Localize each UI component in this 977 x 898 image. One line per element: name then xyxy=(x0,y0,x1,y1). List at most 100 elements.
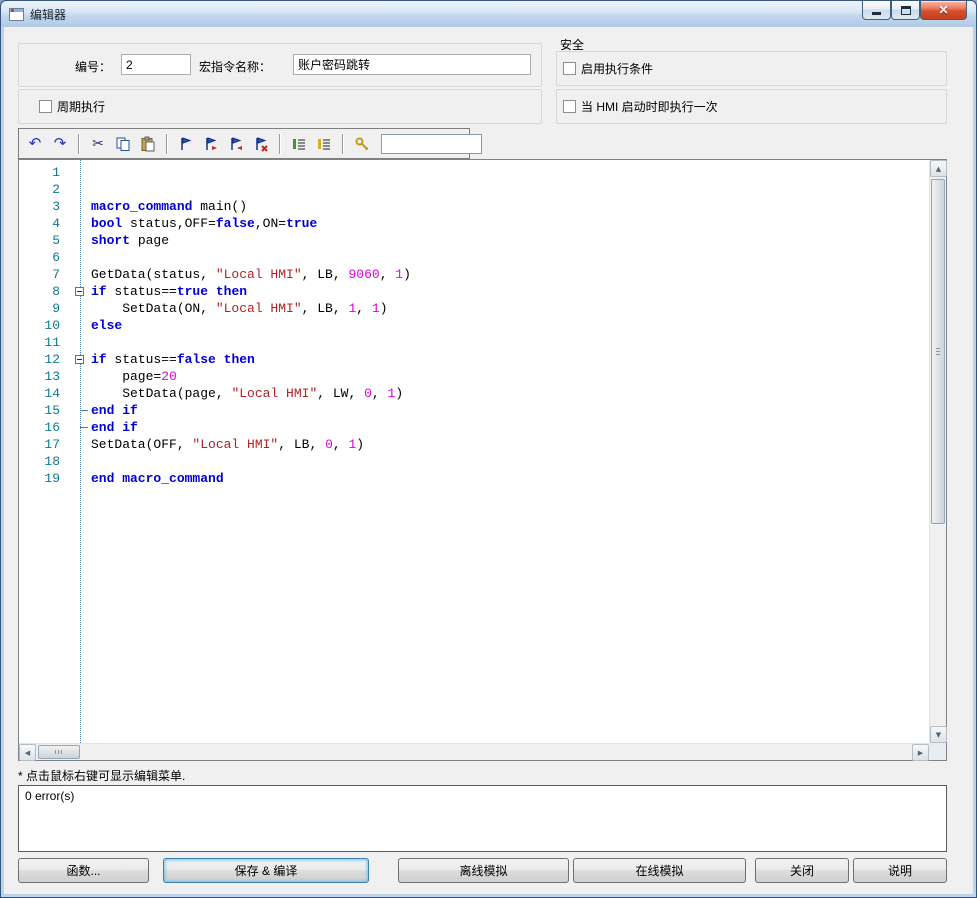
paste-icon[interactable] xyxy=(139,135,157,153)
scroll-left-button[interactable]: ◀ xyxy=(19,744,36,761)
line-number: 8 xyxy=(19,283,69,300)
fold-collapse-icon[interactable] xyxy=(75,287,84,296)
bookmark-clear-icon[interactable] xyxy=(252,135,270,153)
enable-condition-label: 启用执行条件 xyxy=(581,60,653,77)
line-number: 2 xyxy=(19,181,69,198)
code-line[interactable]: 1 xyxy=(19,164,929,181)
number-input[interactable] xyxy=(121,54,191,75)
hint-text: * 点击鼠标右键可显示编辑菜单. xyxy=(18,767,185,784)
code-line[interactable]: 19end macro_command xyxy=(19,470,929,487)
scroll-down-button[interactable]: ▼ xyxy=(930,726,947,743)
line-number: 16 xyxy=(19,419,69,436)
bookmark-toggle-icon[interactable] xyxy=(177,135,195,153)
fold-gutter[interactable] xyxy=(69,419,91,436)
startup-row[interactable]: 当 HMI 启动时即执行一次 xyxy=(563,98,718,115)
close-button[interactable]: ✕ xyxy=(920,1,967,20)
code-area[interactable]: 123macro_command main()4bool status,OFF=… xyxy=(19,160,929,743)
app-icon xyxy=(9,8,24,21)
save-compile-button[interactable]: 保存 & 编译 xyxy=(163,858,369,883)
code-line[interactable]: 6 xyxy=(19,249,929,266)
code-line[interactable]: 3macro_command main() xyxy=(19,198,929,215)
line-number: 10 xyxy=(19,317,69,334)
line-number: 1 xyxy=(19,164,69,181)
code-line[interactable]: 5short page xyxy=(19,232,929,249)
line-number: 3 xyxy=(19,198,69,215)
online-sim-button[interactable]: 在线模拟 xyxy=(573,858,746,883)
title-bar[interactable]: 编辑器 ✕ xyxy=(1,1,976,27)
vertical-scrollbar[interactable]: ▲ ▼ xyxy=(929,160,946,743)
offline-sim-button[interactable]: 离线模拟 xyxy=(398,858,569,883)
scroll-up-button[interactable]: ▲ xyxy=(930,160,947,177)
redo-icon[interactable]: ↷ xyxy=(51,135,69,153)
close-dialog-button[interactable]: 关闭 xyxy=(755,858,849,883)
code-editor: 123macro_command main()4bool status,OFF=… xyxy=(18,159,947,761)
enable-condition-checkbox[interactable] xyxy=(563,62,576,75)
macro-name-label: 宏指令名称： xyxy=(199,58,271,75)
periodic-panel: 周期执行 xyxy=(18,89,542,124)
periodic-label: 周期执行 xyxy=(57,98,105,115)
code-line[interactable]: 13 page=20 xyxy=(19,368,929,385)
code-line[interactable]: 10 else xyxy=(19,317,929,334)
horizontal-scrollbar-thumb[interactable] xyxy=(38,745,80,759)
code-line[interactable]: 4bool status,OFF=false,ON=true xyxy=(19,215,929,232)
line-number: 15 xyxy=(19,402,69,419)
fold-gutter[interactable] xyxy=(69,402,91,419)
toolbar-separator xyxy=(342,134,344,154)
fold-gutter xyxy=(69,436,91,453)
periodic-checkbox[interactable] xyxy=(39,100,52,113)
toolbar-separator xyxy=(166,134,168,154)
scrollbar-corner xyxy=(929,743,946,760)
code-line[interactable]: 18 xyxy=(19,453,929,470)
search-icon[interactable] xyxy=(353,135,371,153)
code-line[interactable]: 12if status==false then xyxy=(19,351,929,368)
fold-gutter[interactable] xyxy=(69,283,91,300)
minimize-button[interactable] xyxy=(862,1,891,20)
code-line[interactable]: 9 SetData(ON, "Local HMI", LB, 1, 1) xyxy=(19,300,929,317)
fold-gutter xyxy=(69,368,91,385)
vertical-scrollbar-thumb[interactable] xyxy=(931,179,945,524)
code-text: bool status,OFF=false,ON=true xyxy=(91,215,929,232)
startup-checkbox[interactable] xyxy=(563,100,576,113)
outdent-icon[interactable] xyxy=(315,135,333,153)
security-panel: 启用执行条件 xyxy=(556,51,947,86)
macro-id-panel: 编号： 宏指令名称： xyxy=(18,43,542,87)
code-line[interactable]: 15end if xyxy=(19,402,929,419)
code-line[interactable]: 16end if xyxy=(19,419,929,436)
help-button[interactable]: 说明 xyxy=(853,858,947,883)
maximize-button[interactable] xyxy=(891,1,920,20)
line-number: 19 xyxy=(19,470,69,487)
undo-icon[interactable]: ↶ xyxy=(26,135,44,153)
error-count: 0 error(s) xyxy=(25,789,74,803)
fold-gutter xyxy=(69,232,91,249)
code-lines: 123macro_command main()4bool status,OFF=… xyxy=(19,164,929,487)
enable-condition-row[interactable]: 启用执行条件 xyxy=(563,60,653,77)
code-text: else xyxy=(91,317,929,334)
code-text: SetData(page, "Local HMI", LW, 0, 1) xyxy=(91,385,929,402)
code-text xyxy=(91,181,929,198)
thumb-gripper xyxy=(936,348,940,356)
code-line[interactable]: 8 if status==true then xyxy=(19,283,929,300)
code-line[interactable]: 2 xyxy=(19,181,929,198)
fold-collapse-icon[interactable] xyxy=(75,355,84,364)
indent-icon[interactable] xyxy=(290,135,308,153)
fold-end-marker xyxy=(80,427,88,428)
fold-gutter[interactable] xyxy=(69,351,91,368)
toolbar-search-input[interactable] xyxy=(381,134,482,154)
code-line[interactable]: 11 xyxy=(19,334,929,351)
code-text: page=20 xyxy=(91,368,929,385)
copy-icon[interactable] xyxy=(114,135,132,153)
compile-output[interactable]: 0 error(s) xyxy=(18,785,947,852)
toolbar-separator xyxy=(279,134,281,154)
bookmark-prev-icon[interactable] xyxy=(227,135,245,153)
code-line[interactable]: 14 SetData(page, "Local HMI", LW, 0, 1) xyxy=(19,385,929,402)
code-text: if status==true then xyxy=(91,283,929,300)
code-line[interactable]: 7GetData(status, "Local HMI", LB, 9060, … xyxy=(19,266,929,283)
bookmark-next-icon[interactable] xyxy=(202,135,220,153)
cut-icon[interactable]: ✂ xyxy=(89,135,107,153)
periodic-row[interactable]: 周期执行 xyxy=(39,98,105,115)
macro-name-input[interactable] xyxy=(293,54,531,75)
horizontal-scrollbar[interactable]: ◀ ▶ xyxy=(19,743,929,760)
code-line[interactable]: 17SetData(OFF, "Local HMI", LB, 0, 1) xyxy=(19,436,929,453)
functions-button[interactable]: 函数... xyxy=(18,858,149,883)
scroll-right-button[interactable]: ▶ xyxy=(912,744,929,761)
